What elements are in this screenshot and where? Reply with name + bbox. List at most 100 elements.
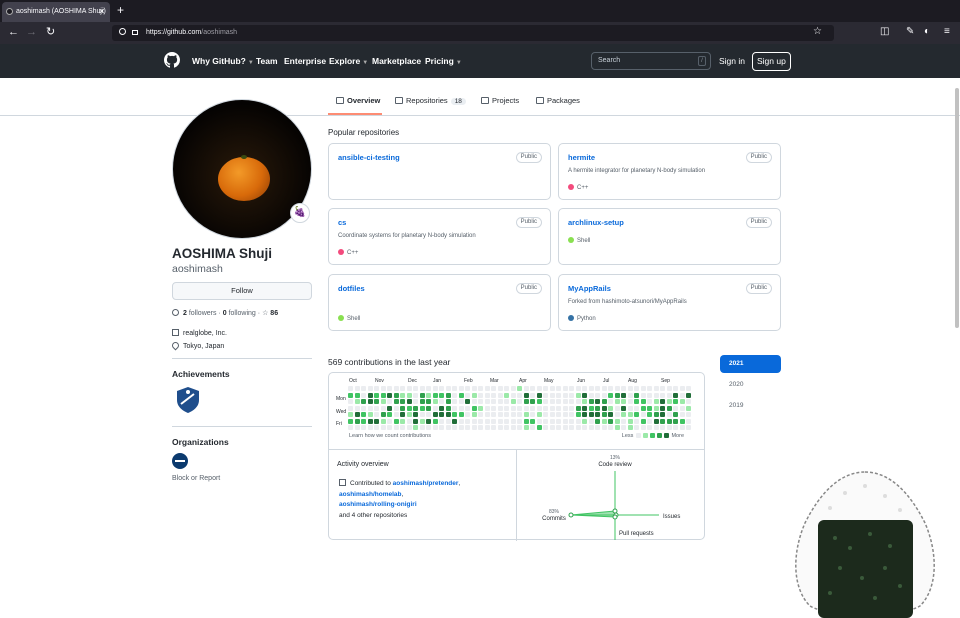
- contribution-day[interactable]: [556, 418, 561, 424]
- contribution-day[interactable]: [458, 405, 464, 411]
- contribution-day[interactable]: [439, 386, 444, 391]
- following-link[interactable]: following: [229, 310, 256, 317]
- browser-tab[interactable]: aoshimash (AOSHIMA Shuji) ✕: [2, 2, 110, 22]
- contribution-day[interactable]: [640, 399, 646, 404]
- contribution-day[interactable]: [523, 386, 529, 391]
- contribution-day[interactable]: [640, 405, 646, 411]
- contribution-day[interactable]: [413, 399, 418, 404]
- contribution-day[interactable]: [601, 425, 607, 430]
- contribution-day[interactable]: [530, 405, 535, 411]
- contribution-day[interactable]: [426, 412, 431, 417]
- contribution-day[interactable]: [367, 386, 373, 391]
- contribution-day[interactable]: [400, 392, 405, 398]
- contribution-day[interactable]: [458, 399, 464, 404]
- contribution-day[interactable]: [374, 392, 379, 398]
- contribution-day[interactable]: [686, 425, 691, 430]
- contribution-day[interactable]: [484, 392, 490, 398]
- contribution-day[interactable]: [627, 399, 633, 404]
- contribution-day[interactable]: [406, 399, 412, 404]
- reload-icon[interactable]: ↻: [46, 25, 55, 39]
- contribution-day[interactable]: [484, 405, 490, 411]
- contribution-day[interactable]: [647, 412, 652, 417]
- nav-explore[interactable]: Explore ▼: [329, 44, 368, 80]
- contribution-day[interactable]: [465, 418, 470, 424]
- contribution-day[interactable]: [380, 425, 386, 430]
- contribution-day[interactable]: [354, 392, 360, 398]
- contribution-day[interactable]: [601, 418, 607, 424]
- extensions-icon[interactable]: ✎: [906, 25, 914, 39]
- contribution-day[interactable]: [627, 405, 633, 411]
- contribution-day[interactable]: [452, 418, 457, 424]
- contribution-day[interactable]: [510, 392, 516, 398]
- contribution-day[interactable]: [458, 392, 464, 398]
- contribution-day[interactable]: [387, 412, 392, 417]
- contribution-day[interactable]: [523, 392, 529, 398]
- contribution-day[interactable]: [549, 392, 555, 398]
- repo-link-homelab[interactable]: aoshimash/homelab: [339, 491, 402, 498]
- contribution-day[interactable]: [374, 386, 379, 391]
- contribution-day[interactable]: [406, 386, 412, 391]
- contribution-day[interactable]: [445, 405, 451, 411]
- contribution-day[interactable]: [614, 399, 620, 404]
- tab-projects[interactable]: Projects: [481, 96, 519, 105]
- contribution-day[interactable]: [653, 405, 659, 411]
- repo-name-link[interactable]: MyAppRails: [568, 284, 611, 293]
- contribution-day[interactable]: [426, 418, 431, 424]
- contribution-day[interactable]: [471, 425, 477, 430]
- contribution-day[interactable]: [640, 418, 646, 424]
- contribution-day[interactable]: [536, 392, 542, 398]
- contribution-day[interactable]: [614, 392, 620, 398]
- contribution-day[interactable]: [465, 386, 470, 391]
- repo-link-pretender[interactable]: aoshimash/pretender: [393, 480, 459, 487]
- contribution-day[interactable]: [549, 386, 555, 391]
- contribution-day[interactable]: [510, 405, 516, 411]
- contribution-day[interactable]: [562, 386, 568, 391]
- contribution-day[interactable]: [582, 412, 587, 417]
- year-2021[interactable]: 2021: [720, 355, 781, 373]
- contribution-day[interactable]: [465, 425, 470, 430]
- contribution-day[interactable]: [569, 399, 574, 404]
- contribution-day[interactable]: [569, 412, 574, 417]
- contribution-day[interactable]: [393, 399, 399, 404]
- contribution-day[interactable]: [588, 418, 594, 424]
- contribution-day[interactable]: [530, 418, 535, 424]
- contribution-day[interactable]: [497, 386, 503, 391]
- contribution-day[interactable]: [556, 399, 561, 404]
- contribution-day[interactable]: [491, 425, 496, 430]
- contribution-day[interactable]: [510, 386, 516, 391]
- status-emoji[interactable]: 🍇: [290, 203, 310, 223]
- org-avatar[interactable]: [172, 453, 188, 469]
- contribution-day[interactable]: [406, 412, 412, 417]
- contribution-day[interactable]: [543, 386, 548, 391]
- contribution-day[interactable]: [367, 405, 373, 411]
- contribution-day[interactable]: [517, 399, 522, 404]
- pocket-icon[interactable]: ◫: [880, 25, 889, 39]
- contribution-day[interactable]: [530, 392, 535, 398]
- contribution-day[interactable]: [673, 418, 678, 424]
- contribution-day[interactable]: [530, 399, 535, 404]
- contribution-day[interactable]: [543, 412, 548, 417]
- contribution-day[interactable]: [393, 386, 399, 391]
- contribution-day[interactable]: [361, 405, 366, 411]
- achievement-badge-icon[interactable]: [176, 386, 200, 414]
- contribution-day[interactable]: [491, 412, 496, 417]
- contribution-day[interactable]: [640, 412, 646, 417]
- contribution-day[interactable]: [406, 405, 412, 411]
- contribution-day[interactable]: [380, 418, 386, 424]
- contribution-day[interactable]: [361, 425, 366, 430]
- contribution-day[interactable]: [491, 399, 496, 404]
- contribution-day[interactable]: [595, 405, 600, 411]
- contribution-day[interactable]: [497, 405, 503, 411]
- contribution-day[interactable]: [530, 425, 535, 430]
- contribution-day[interactable]: [595, 386, 600, 391]
- contribution-day[interactable]: [387, 425, 392, 430]
- contribution-day[interactable]: [562, 392, 568, 398]
- contribution-day[interactable]: [426, 386, 431, 391]
- contribution-day[interactable]: [367, 412, 373, 417]
- contribution-day[interactable]: [432, 425, 438, 430]
- contribution-day[interactable]: [400, 425, 405, 430]
- contribution-day[interactable]: [452, 399, 457, 404]
- contribution-day[interactable]: [517, 418, 522, 424]
- contribution-day[interactable]: [647, 392, 652, 398]
- contribution-day[interactable]: [354, 425, 360, 430]
